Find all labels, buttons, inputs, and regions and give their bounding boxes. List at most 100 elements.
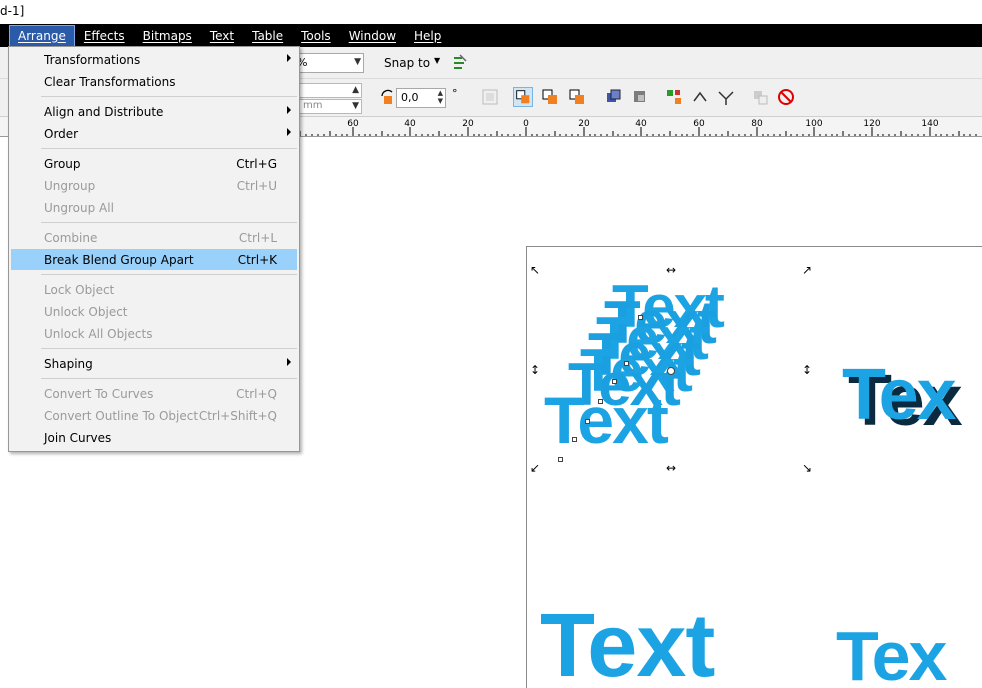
snap-options-icon[interactable] <box>450 53 470 73</box>
ruler-label: 40 <box>635 119 647 129</box>
blend-path-node[interactable] <box>585 419 590 424</box>
menu-item-shortcut: Ctrl+G <box>236 157 277 171</box>
blend-path-node[interactable] <box>572 437 577 442</box>
menu-bar: Arrange Effects Bitmaps Text Table Tools… <box>0 24 982 47</box>
arrange-order-icon[interactable] <box>604 87 624 107</box>
menu-item-convert-to-curves[interactable]: Convert To Curves Ctrl+Q <box>11 383 297 404</box>
menu-tools[interactable]: Tools <box>293 26 339 46</box>
menu-table[interactable]: Table <box>244 26 291 46</box>
menu-bitmaps[interactable]: Bitmaps <box>135 26 200 46</box>
menu-item-group[interactable]: Group Ctrl+G <box>11 153 297 174</box>
menu-item-label: Join Curves <box>44 431 112 445</box>
menu-item-label: Order <box>44 127 79 141</box>
resize-handle-icon[interactable]: ↗ <box>800 263 814 277</box>
menu-item-label: Unlock All Objects <box>44 327 153 341</box>
menu-text[interactable]: Text <box>202 26 242 46</box>
menu-item-order[interactable]: Order <box>11 123 297 144</box>
resize-handle-icon[interactable]: ↕ <box>528 363 542 377</box>
menu-help[interactable]: Help <box>406 26 449 46</box>
menu-item-align-distribute[interactable]: Align and Distribute <box>11 101 297 122</box>
blend-path-node[interactable] <box>612 379 617 384</box>
to-back-icon[interactable] <box>540 87 560 107</box>
resize-handle-icon[interactable]: ↖ <box>528 263 542 277</box>
blend-path-node[interactable] <box>638 315 643 320</box>
no-symbol-icon[interactable] <box>776 87 796 107</box>
ruler-label: 40 <box>404 119 416 129</box>
blend-end-text: Text <box>544 383 669 457</box>
mirror-icon[interactable] <box>480 87 500 107</box>
menu-effects[interactable]: Effects <box>76 26 133 46</box>
submenu-arrow-icon <box>287 358 291 366</box>
menu-item-unlock-all-objects[interactable]: Unlock All Objects <box>11 323 297 344</box>
zoom-combo[interactable]: % ▼ <box>292 53 364 73</box>
combine-icon[interactable] <box>716 87 736 107</box>
menu-item-label: Shaping <box>44 357 93 371</box>
break-apart-icon[interactable] <box>750 87 770 107</box>
menu-item-label: Break Blend Group Apart <box>44 253 194 267</box>
center-marker[interactable] <box>667 367 675 375</box>
arrange-menu: Transformations Clear Transformations Al… <box>8 46 300 452</box>
menu-item-label: Combine <box>44 231 98 245</box>
unit-text: mm <box>303 100 323 111</box>
zigzag-text[interactable]: Text <box>540 601 715 688</box>
menu-item-shortcut: Ctrl+Shift+Q <box>198 409 277 423</box>
title-bar: d-1] <box>0 0 982 24</box>
spin-icon: ▲ ▼ <box>437 89 443 105</box>
ungroup-icon[interactable] <box>690 87 710 107</box>
submenu-arrow-icon <box>287 128 291 136</box>
menu-item-ungroup-all[interactable]: Ungroup All <box>11 197 297 218</box>
rotation-input[interactable]: 0,0 ▲ ▼ <box>396 88 446 108</box>
resize-handle-icon[interactable]: ↘ <box>800 461 814 475</box>
ruler-label: 80 <box>751 119 763 129</box>
menu-item-shortcut: Ctrl+L <box>238 231 277 245</box>
ruler-label: 60 <box>693 119 705 129</box>
menu-item-shaping[interactable]: Shaping <box>11 353 297 374</box>
ruler-label: 140 <box>921 119 939 129</box>
ruler-label: 120 <box>863 119 881 129</box>
ruler-label: 60 <box>347 119 359 129</box>
blend-path-node[interactable] <box>558 457 563 462</box>
menu-item-unlock-object[interactable]: Unlock Object <box>11 301 297 322</box>
menu-item-ungroup[interactable]: Ungroup Ctrl+U <box>11 175 297 196</box>
menu-item-label: Align and Distribute <box>44 105 164 119</box>
menu-arrange[interactable]: Arrange <box>9 24 75 47</box>
menu-item-shortcut: Ctrl+K <box>237 253 277 267</box>
forward-one-icon[interactable] <box>567 87 587 107</box>
menu-item-lock-object[interactable]: Lock Object <box>11 279 297 300</box>
to-front-icon[interactable] <box>513 87 533 107</box>
menu-separator <box>41 274 297 275</box>
menu-item-label: Convert To Curves <box>44 387 154 401</box>
menu-item-shortcut: Ctrl+Q <box>236 387 277 401</box>
submenu-arrow-icon <box>287 54 291 62</box>
property-field-bottom[interactable]: mm ▼ <box>298 99 362 114</box>
group-icon[interactable] <box>664 87 684 107</box>
ruler-label: 20 <box>578 119 590 129</box>
menu-item-combine[interactable]: Combine Ctrl+L <box>11 227 297 248</box>
menu-item-label: Ungroup <box>44 179 96 193</box>
submenu-arrow-icon <box>287 106 291 114</box>
resize-handle-icon[interactable]: ↙ <box>528 461 542 475</box>
property-field-top[interactable]: ▲ <box>298 83 362 98</box>
snap-to-label[interactable]: Snap to <box>384 56 430 70</box>
menu-item-convert-outline-to-object[interactable]: Convert Outline To Object Ctrl+Shift+Q <box>11 405 297 426</box>
menu-window[interactable]: Window <box>341 26 404 46</box>
menu-item-label: Group <box>44 157 81 171</box>
menu-item-break-blend-group-apart[interactable]: Break Blend Group Apart Ctrl+K <box>11 249 297 270</box>
blend-path-node[interactable] <box>624 361 629 366</box>
align-icon[interactable] <box>630 87 650 107</box>
title-text: d-1] <box>0 4 25 18</box>
menu-item-label: Convert Outline To Object <box>44 409 199 423</box>
resize-handle-icon[interactable]: ↔ <box>664 263 678 277</box>
menu-item-transformations[interactable]: Transformations <box>11 49 297 70</box>
resize-handle-icon[interactable]: ↔ <box>664 461 678 475</box>
extrude-text: Tex <box>842 355 957 435</box>
blend-path-node[interactable] <box>598 399 603 404</box>
resize-handle-icon[interactable]: ↕ <box>800 363 814 377</box>
bottom-right-text[interactable]: Tex <box>836 621 947 688</box>
menu-separator <box>41 148 297 149</box>
menu-item-clear-transformations[interactable]: Clear Transformations <box>11 71 297 92</box>
snap-dropdown-icon[interactable]: ▼ <box>434 56 440 65</box>
menu-separator <box>41 348 297 349</box>
menu-item-join-curves[interactable]: Join Curves <box>11 427 297 448</box>
spin-down-icon: ▼ <box>352 101 359 111</box>
